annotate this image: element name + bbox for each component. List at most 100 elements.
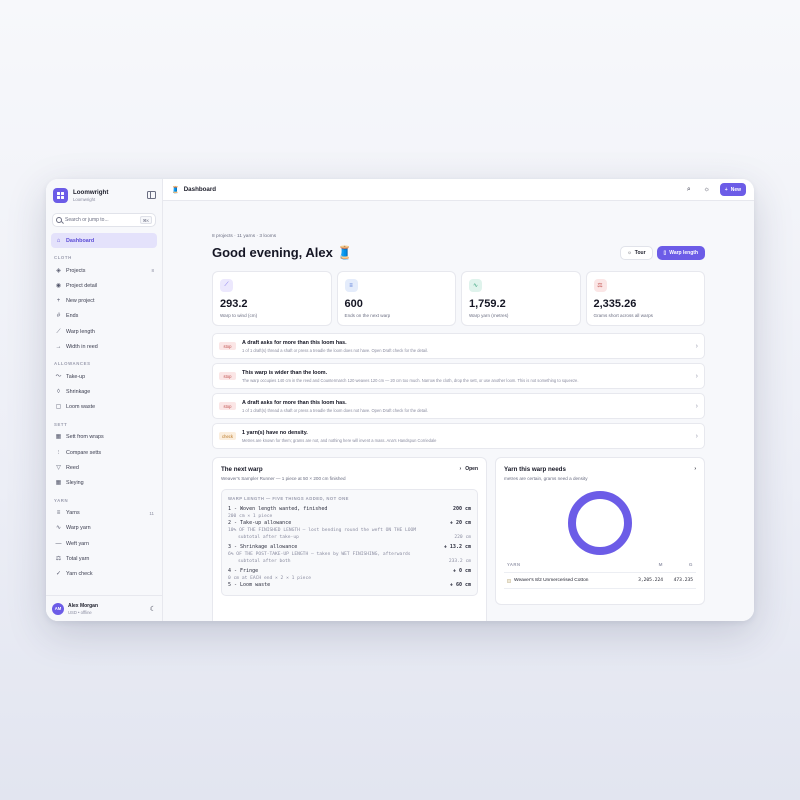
alert-desc: 1 of 1 draft(s) thread a shaft or press … (242, 347, 429, 353)
calc-note: 0 cm at EACH end × 2 × 1 piece (228, 576, 311, 581)
calc-label: 1 - Woven length wanted, finished (228, 506, 328, 512)
sidebar-item-new-project[interactable]: + New project (51, 294, 157, 309)
sidebar-item-project-detail[interactable]: ◉ Project detail (51, 278, 157, 293)
sidebar-item-label: Reed (66, 464, 79, 471)
main: 🧵 Dashboard ⌕ ☼ + New 8 projects · 11 ya… (163, 179, 754, 621)
yarn-metres: 3,205.224 (638, 578, 663, 583)
sidebar-item-label: Warp yarn (66, 525, 91, 532)
pulse-icon: ∿ (55, 525, 62, 532)
alert-desc: Metres are known for them; grams are not… (242, 437, 437, 443)
table-row[interactable]: Weaver's 8/2 Unmercerised Cotton 3,205.22… (504, 573, 696, 589)
moon-icon[interactable]: ☾ (150, 605, 156, 613)
calc-value: 200 cm (452, 506, 471, 512)
calc-note: 200 cm × 1 piece (228, 514, 273, 519)
alert-row[interactable]: stop This warp is wider than the loom. The… (212, 363, 705, 389)
stats-row: ⟋ 293.2 Warp to wind (cm) ≡ 600 Ends on the n… (212, 271, 705, 326)
tour-button[interactable]: ☼ Tour (620, 246, 653, 260)
summary-meta: 8 projects · 11 yarns · 3 looms (212, 234, 277, 239)
sidebar-item-width-in-reed[interactable]: → Width in reed (51, 339, 157, 354)
sidebar-item-label: Yarn check (66, 570, 93, 577)
alert-desc: The warp occupies 140 cm in the reed and… (242, 377, 579, 383)
sidebar-item-total-yarn[interactable]: ⚖ Total yarn (51, 551, 157, 566)
eye-icon: ◉ (55, 282, 62, 289)
sidebar-item-reed[interactable]: ▽ Reed (51, 460, 157, 475)
list-icon: ≡ (56, 510, 61, 517)
brand-name: Loomwright (73, 188, 109, 196)
sidebar-item-count: 11 (149, 510, 154, 516)
sidebar-item-label: Warp length (66, 328, 95, 335)
sidebar-item-label: Total yarn (66, 555, 90, 562)
filter-icon: ▽ (56, 464, 61, 471)
plus-icon: + (724, 186, 728, 193)
calc-row: 1 - Woven length wanted, finished 200 cm (228, 506, 471, 513)
sidebar-item-dashboard[interactable]: ⌂ Dashboard (51, 233, 157, 249)
calc-row: 3 - Shrinkage allowance + 13.2 cm (228, 544, 471, 551)
sidebar-toggle-icon[interactable] (147, 191, 156, 199)
sidebar-item-yarns[interactable]: ≡ Yarns 11 (51, 506, 157, 521)
spool-icon: 🧵 (171, 186, 180, 194)
grid-icon: ▦ (55, 480, 62, 487)
alert-row[interactable]: check 1 yarn(s) have no density. Metres ar… (212, 423, 705, 449)
alert-row[interactable]: stop A draft asks for more than this loom… (212, 393, 705, 419)
sidebar-item-label: Dashboard (66, 237, 95, 244)
calc-heading: WARP LENGTH — FIVE THINGS ADDED, NOT ONE (228, 496, 349, 501)
calc-label: 4 - Fringe (228, 568, 259, 574)
sidebar-item-sleying[interactable]: ▦ Sleying (51, 475, 157, 490)
sidebar-item-weft-yarn[interactable]: — Weft yarn (51, 536, 157, 551)
sidebar-item-label: Loom waste (66, 404, 96, 411)
next-warp-title: The next warp (221, 466, 263, 473)
subtotal-value: 233.2 cm (448, 559, 471, 564)
stat-card: ≡ 600 Ends on the next warp (336, 271, 456, 326)
ruler-icon: ⟋ (220, 279, 233, 292)
sidebar-item-label: Shrinkage (66, 389, 91, 396)
sidebar-item-sett-from-wraps[interactable]: ▦ Sett from wraps (51, 430, 157, 445)
new-button[interactable]: + New (719, 183, 746, 196)
search-input[interactable]: Search or jump to... ⌘K (52, 213, 156, 227)
sidebar-item-loom-waste[interactable]: ▢ Loom waste (51, 400, 157, 415)
search-shortcut: ⌘K (139, 216, 152, 224)
chevron-right-icon: › (695, 402, 698, 410)
brand-sub: Loomwright (73, 196, 96, 202)
pulse-icon: ∿ (469, 279, 482, 292)
sidebar-item-projects[interactable]: ◈ Projects 8 (51, 263, 157, 278)
yarn-card-title: Yarn this warp needs (504, 466, 566, 473)
sidebar-item-shrinkage[interactable]: ◊ Shrinkage (51, 385, 157, 400)
yarn-name: Weaver's 8/2 Unmercerised Cotton (514, 578, 589, 583)
scale-icon: ⚖ (55, 555, 62, 562)
col-yarn: YARN (507, 562, 521, 567)
topbar: 🧵 Dashboard ⌕ ☼ + New (163, 179, 754, 201)
donut-slice (568, 491, 632, 555)
sidebar-item-label: Yarns (66, 510, 80, 517)
sidebar-item-yarn-check[interactable]: ✓ Yarn check (51, 566, 157, 581)
chevron-right-icon[interactable]: › (694, 466, 696, 472)
sliders-icon: ⫶ (57, 449, 60, 456)
alert-title: 1 yarn(s) have no density. (242, 429, 308, 436)
warp-length-button[interactable]: ▯ Warp length (656, 246, 705, 260)
sidebar-item-warp-yarn[interactable]: ∿ Warp yarn (51, 521, 157, 536)
sidebar-item-warp-length[interactable]: ⟋ Warp length (51, 324, 157, 339)
subtotal-label: subtotal after take-up (238, 535, 299, 540)
status-badge: stop (219, 342, 236, 350)
calc-note: 6% OF THE POST-TAKE-UP LENGTH — taken by… (228, 552, 411, 557)
scale-icon: ⚖ (593, 279, 607, 292)
sidebar-item-take-up[interactable]: 〜 Take-up (51, 369, 157, 384)
chevron-right-icon: › (695, 372, 698, 380)
app-window: Loomwright Loomwright Search or jump to.… (46, 179, 754, 621)
new-button-label: New (730, 186, 741, 193)
check-icon: ✓ (55, 570, 62, 577)
sidebar-item-count: 8 (151, 268, 154, 274)
sidebar-item-label: Project detail (66, 282, 98, 289)
open-button[interactable]: › Open (460, 466, 478, 472)
sun-icon[interactable]: ☼ (700, 183, 714, 197)
sidebar-item-compare-setts[interactable]: ⫶ Compare setts (51, 445, 157, 460)
status-badge: stop (219, 372, 236, 380)
calc-label: 3 - Shrinkage allowance (228, 544, 298, 550)
search-icon[interactable]: ⌕ (682, 183, 696, 197)
sun-icon: ☼ (627, 250, 632, 256)
sidebar-item-ends[interactable]: # Ends (51, 309, 157, 324)
trend-icon: 〜 (55, 373, 62, 380)
sidebar-item-label: Width in reed (66, 343, 98, 350)
tour-label: Tour (634, 250, 646, 256)
user-footer[interactable]: AM Alex Morgan USD • offline ☾ (46, 595, 162, 621)
alert-row[interactable]: stop A draft asks for more than this loom… (212, 333, 705, 359)
